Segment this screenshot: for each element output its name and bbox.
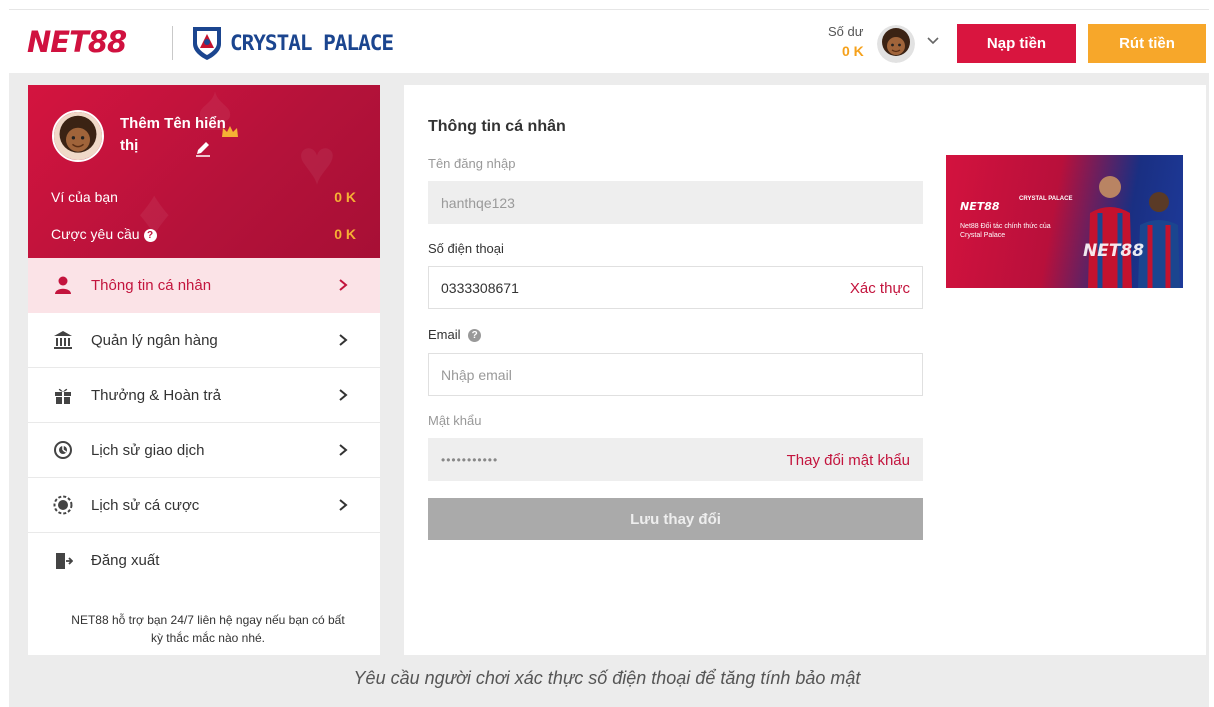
profile-avatar[interactable]	[52, 110, 104, 162]
menu-item-label: Lịch sử cá cược	[91, 496, 200, 514]
menu-item-transactions[interactable]: Lịch sử giao dịch	[28, 423, 380, 478]
logo-text: NET88	[27, 25, 127, 59]
partner-name: CRYSTAL PALACE	[230, 31, 394, 55]
banner-club: CRYSTAL PALACE	[1019, 196, 1073, 202]
email-placeholder: Nhập email	[441, 366, 512, 383]
balance-label: Số dư	[828, 24, 864, 39]
menu-item-bet-history[interactable]: Lịch sử cá cược	[28, 478, 380, 533]
menu-item-label: Thông tin cá nhân	[91, 276, 212, 294]
wallet-value: 0 K	[334, 189, 356, 205]
menu-item-bank[interactable]: Quản lý ngân hàng	[28, 313, 380, 368]
banner-text: Net88 Đối tác chính thức của Crystal Pal…	[960, 223, 1051, 239]
menu-item-label: Đăng xuất	[91, 552, 160, 569]
gift-icon	[52, 384, 74, 406]
banner-brand: NET88	[1083, 241, 1145, 261]
wallet-label: Ví của bạn	[51, 189, 118, 205]
user-icon	[52, 274, 74, 296]
verify-phone-link[interactable]: Xác thực	[850, 280, 910, 297]
image-caption: Yêu cầu người chơi xác thực số điện thoạ…	[353, 668, 861, 688]
bank-icon	[52, 329, 74, 351]
email-label-wrap: Email ?	[428, 327, 482, 342]
chevron-right-icon	[339, 444, 348, 456]
balance-value: 0 K	[842, 43, 864, 59]
help-icon[interactable]: ?	[143, 229, 157, 242]
menu-item-label: Lịch sử giao dịch	[91, 441, 205, 459]
user-avatar[interactable]	[877, 25, 915, 63]
menu-item-personal-info[interactable]: Thông tin cá nhân	[28, 258, 380, 313]
username-value: hanthqe123	[441, 194, 515, 211]
username-label: Tên đăng nhập	[428, 156, 516, 171]
banner-logo: NET88	[960, 200, 1000, 213]
bet-required-label: Cược yêu cầu	[51, 226, 140, 242]
edit-pencil-icon[interactable]	[193, 138, 213, 158]
logout-icon	[52, 550, 74, 572]
profile-card: ♠ ♥ ♦ Thêm Tên hiển thị Ví của bạn 0 K C…	[28, 85, 380, 258]
clock-icon	[52, 439, 74, 461]
menu-item-label: Thưởng & Hoàn trả	[91, 386, 221, 404]
section-title: Thông tin cá nhân	[428, 118, 566, 135]
bet-required-row: Cược yêu cầu? 0 K	[51, 226, 356, 242]
net88-logo[interactable]: NET88	[27, 25, 127, 59]
email-input[interactable]: Nhập email	[428, 353, 923, 396]
display-name: Thêm Tên hiển thị	[120, 115, 226, 154]
chevron-right-icon	[339, 334, 348, 346]
player-figure-icon	[1088, 176, 1132, 288]
crown-icon	[222, 126, 238, 137]
email-label: Email	[428, 327, 461, 342]
menu-item-rewards[interactable]: Thưởng & Hoàn trả	[28, 368, 380, 423]
save-changes-button[interactable]: Lưu thay đổi	[428, 498, 923, 540]
wallet-row: Ví của bạn 0 K	[51, 189, 356, 205]
phone-field[interactable]: 0333308671 Xác thực	[428, 266, 923, 309]
logo-divider	[172, 26, 173, 60]
chevron-right-icon	[339, 499, 348, 511]
email-help-icon[interactable]: ?	[468, 329, 482, 342]
chevron-right-icon	[339, 279, 348, 291]
chevron-right-icon	[339, 389, 348, 401]
deposit-button[interactable]: Nạp tiền	[957, 24, 1076, 63]
username-field: hanthqe123	[428, 181, 923, 224]
chip-icon	[52, 494, 74, 516]
withdraw-button[interactable]: Rút tiền	[1088, 24, 1206, 63]
heart-decor-icon: ♥	[298, 126, 336, 198]
support-text: NET88 hỗ trợ bạn 24/7 liên hệ ngay nếu b…	[71, 613, 345, 645]
player-figure-icon	[1138, 192, 1180, 288]
personal-info-panel: Thông tin cá nhân Tên đăng nhập hanthqe1…	[404, 85, 1206, 655]
top-header: NET88 CRYSTAL PALACE Số dư 0 K Nạp tiền …	[9, 9, 1209, 73]
account-sidebar: ♠ ♥ ♦ Thêm Tên hiển thị Ví của bạn 0 K C…	[28, 85, 380, 655]
password-label: Mật khẩu	[428, 413, 482, 428]
promo-banner[interactable]: NET88 CRYSTAL PALACE Net88 Đối tác chính…	[946, 155, 1183, 288]
account-menu: Thông tin cá nhân Quản lý ngân hàng Thưở…	[28, 258, 380, 588]
password-field: ••••••••••• Thay đổi mật khẩu	[428, 438, 923, 481]
change-password-link[interactable]: Thay đổi mật khẩu	[787, 452, 910, 469]
chevron-down-icon[interactable]	[926, 34, 940, 48]
menu-item-logout[interactable]: Đăng xuất	[28, 533, 380, 588]
crystal-palace-crest-icon	[193, 27, 221, 60]
bet-required-value: 0 K	[334, 226, 356, 242]
phone-value: 0333308671	[441, 279, 519, 296]
phone-label: Số điện thoại	[428, 241, 504, 256]
password-value: •••••••••••	[441, 452, 499, 467]
menu-item-label: Quản lý ngân hàng	[91, 331, 218, 349]
